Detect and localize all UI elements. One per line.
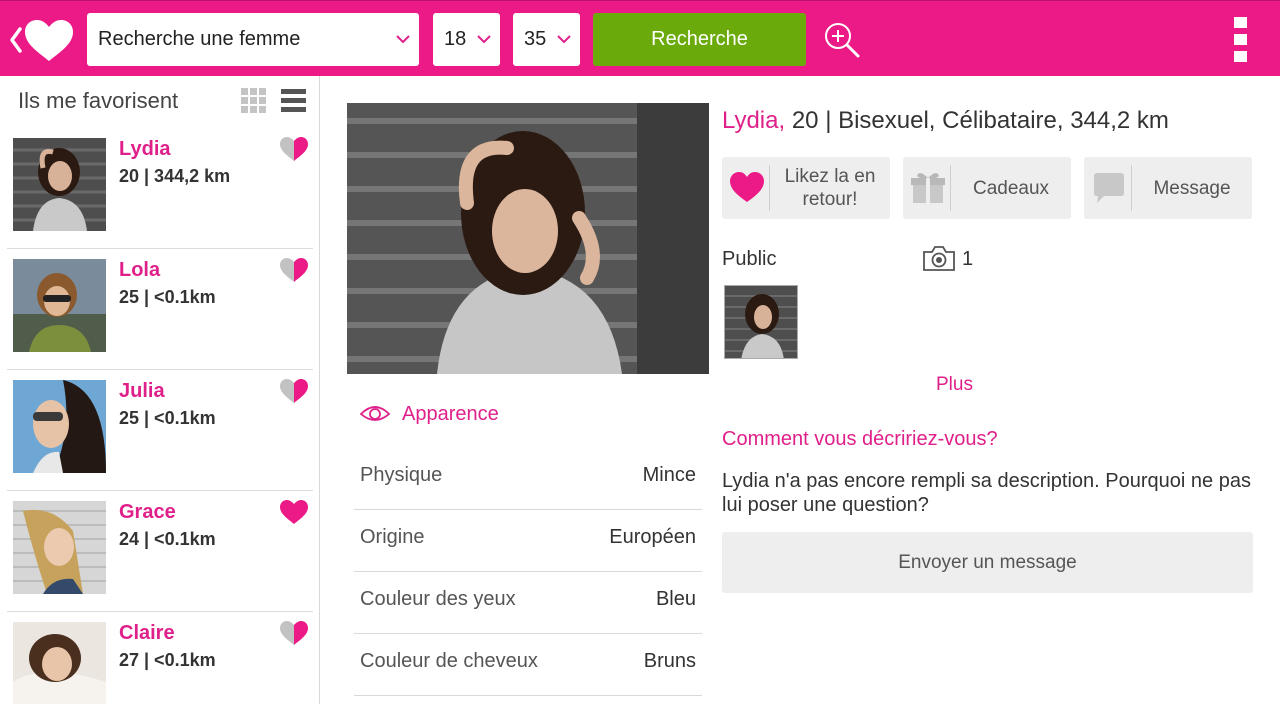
camera-icon [923,246,955,271]
avatar [13,380,106,473]
search-button[interactable]: Recherche [593,13,806,66]
appearance-row: Origine Européen [354,510,702,572]
favorite-item[interactable]: Lydia 20 | 344,2 km [7,128,313,249]
age-max-value: 35 [524,28,547,50]
message-label: Message [1153,177,1231,199]
overflow-menu-icon[interactable] [1228,17,1252,63]
appearance-header: Apparence [360,402,499,426]
appearance-row: Couleur de cheveux Bruns [354,634,702,696]
zoom-in-icon[interactable] [823,21,861,59]
favorite-meta: 27 | <0.1km [119,650,216,670]
favorite-name: Claire [119,622,175,644]
gifts-button[interactable]: Cadeaux [903,157,1071,219]
chevron-down-icon [557,35,571,44]
favorite-name: Grace [119,501,176,523]
appearance-value: Européen [609,526,696,548]
top-bar: Recherche une femme 18 35 Recherche [0,0,1280,76]
avatar [13,622,106,704]
half-heart-icon[interactable] [279,620,309,646]
profile-header: Lydia, 20 | Bisexuel, Célibataire, 344,2… [722,107,1169,135]
age-max-dropdown[interactable]: 35 [513,13,580,66]
send-message-button[interactable]: Envoyer un message [722,532,1253,593]
favorite-meta: 25 | <0.1km [119,287,216,307]
chat-bubble-icon [1094,173,1124,203]
appearance-key: Origine [360,526,425,548]
favorites-title: Ils me favorisent [18,88,179,113]
appearance-row: Physique Mince [354,448,702,510]
avatar [13,138,106,231]
appearance-key: Couleur des yeux [360,588,516,610]
appearance-row: Couleur des yeux Bleu [354,572,702,634]
gift-icon [911,172,945,203]
chevron-down-icon [477,35,491,44]
appearance-key: Couleur de cheveux [360,650,538,672]
public-photos-label: Public [722,248,777,270]
favorite-item[interactable]: Lola 25 | <0.1km [7,249,313,370]
gender-dropdown-value: Recherche une femme [98,28,301,50]
half-heart-icon[interactable] [279,378,309,404]
favorite-name: Lydia [119,138,171,160]
profile-details: 20 | Bisexuel, Célibataire, 344,2 km [785,107,1169,134]
gifts-label: Cadeaux [972,177,1050,199]
avatar [13,501,106,594]
public-photo-thumbnail[interactable] [724,285,798,359]
like-back-label: Likez la en retour! [784,166,876,210]
appearance-value: Bruns [643,650,696,672]
back-heart-icon [10,20,73,61]
profile-description: Lydia n'a pas encore rempli sa descripti… [722,470,1251,516]
profile-main-photo[interactable] [347,103,709,374]
appearance-value: Mince [642,464,696,486]
favorites-panel: Ils me favorisent Lydia 20 | 344,2 km Lo… [0,76,320,704]
half-heart-icon[interactable] [279,136,309,162]
avatar [13,259,106,352]
favorite-name: Julia [119,380,165,402]
favorite-name: Lola [119,259,161,281]
favorite-item[interactable]: Grace 24 | <0.1km [7,491,313,612]
appearance-title: Apparence [402,402,499,425]
back-logo-button[interactable] [8,15,76,63]
appearance-value: Bleu [655,588,696,610]
appearance-key: Physique [360,464,443,486]
grid-view-icon[interactable] [241,88,266,113]
more-photos-link[interactable]: Plus [936,374,973,396]
favorite-item[interactable]: Julia 25 | <0.1km [7,370,313,491]
age-min-dropdown[interactable]: 18 [433,13,500,66]
like-back-button[interactable]: Likez la en retour! [722,157,890,219]
message-button[interactable]: Message [1084,157,1252,219]
chevron-down-icon [396,35,410,44]
profile-name: Lydia, [722,107,786,134]
photo-count: 1 [962,248,974,270]
full-heart-icon[interactable] [279,499,309,525]
half-heart-icon[interactable] [279,257,309,283]
favorite-item[interactable]: Claire 27 | <0.1km [7,612,313,704]
half-heart-icon [730,172,764,202]
eye-icon [360,406,390,421]
favorite-meta: 24 | <0.1km [119,529,216,549]
list-view-icon[interactable] [281,88,306,113]
age-min-value: 18 [444,28,467,50]
favorite-meta: 25 | <0.1km [119,408,216,428]
gender-dropdown[interactable]: Recherche une femme [87,13,419,66]
description-question: Comment vous décririez-vous? [722,428,998,450]
favorite-meta: 20 | 344,2 km [119,166,231,186]
